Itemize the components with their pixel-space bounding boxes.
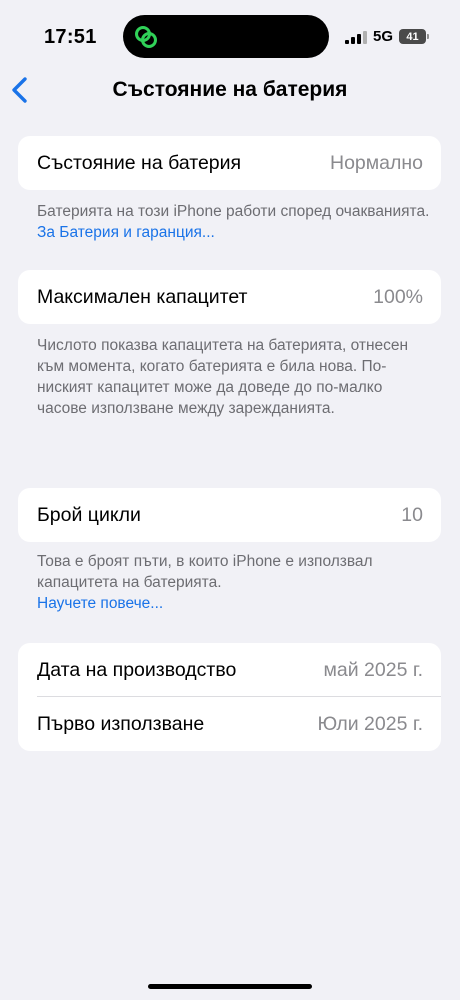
status-time: 17:51	[44, 26, 97, 48]
manufacture-date-value: май 2025 г.	[323, 658, 423, 681]
home-indicator[interactable]	[148, 984, 312, 989]
max-capacity-value: 100%	[373, 285, 423, 308]
battery-health-value: Нормално	[329, 151, 423, 174]
cycles-card: Брой цикли 10	[18, 488, 441, 542]
navigation-bar: Състояние на батерия	[0, 70, 460, 110]
battery-health-row[interactable]: Състояние на батерия Нормално	[18, 136, 441, 190]
first-use-row: Първо използване Юли 2025 г.	[18, 697, 441, 751]
max-capacity-row: Максимален капацитет 100%	[18, 270, 441, 324]
battery-warranty-link[interactable]: За Батерия и гаранция...	[37, 224, 215, 241]
cycle-count-row: Брой цикли 10	[18, 488, 441, 542]
learn-more-link[interactable]: Научете повече...	[37, 595, 163, 612]
status-bar: 17:51 5G 41	[0, 0, 460, 70]
health-card: Състояние на батерия Нормално	[18, 136, 441, 190]
page-title: Състояние на батерия	[112, 78, 348, 101]
health-footnote-text: Батерията на този iPhone работи според о…	[37, 203, 430, 220]
capacity-footnote: Числото показва капацитета на батерията,…	[37, 337, 409, 417]
max-capacity-label: Максимален капацитет	[37, 285, 248, 308]
first-use-label: Първо използване	[37, 712, 205, 735]
dates-card: Дата на производство май 2025 г. Първо и…	[18, 643, 441, 751]
network-type: 5G	[372, 28, 393, 45]
cycles-footnote-text: Това е броят пъти, в които iPhone е изпо…	[37, 553, 373, 591]
cycle-count-value: 10	[401, 503, 423, 526]
health-footnote: Батерията на този iPhone работи според о…	[37, 201, 432, 243]
dynamic-island	[123, 15, 329, 58]
signal-icon	[344, 30, 367, 44]
first-use-value: Юли 2025 г.	[317, 712, 423, 735]
manufacture-date-row: Дата на производство май 2025 г.	[18, 643, 441, 697]
cycle-count-label: Брой цикли	[37, 503, 141, 526]
battery-level: 41	[406, 30, 419, 43]
capacity-card: Максимален капацитет 100%	[18, 270, 441, 324]
battery-icon: 41	[399, 29, 429, 44]
app-activity-icon	[135, 26, 157, 48]
battery-health-label: Състояние на батерия	[37, 151, 242, 174]
status-indicators: 5G 41	[344, 28, 429, 45]
cycles-footnote: Това е броят пъти, в които iPhone е изпо…	[37, 551, 432, 614]
manufacture-date-label: Дата на производство	[37, 658, 237, 681]
